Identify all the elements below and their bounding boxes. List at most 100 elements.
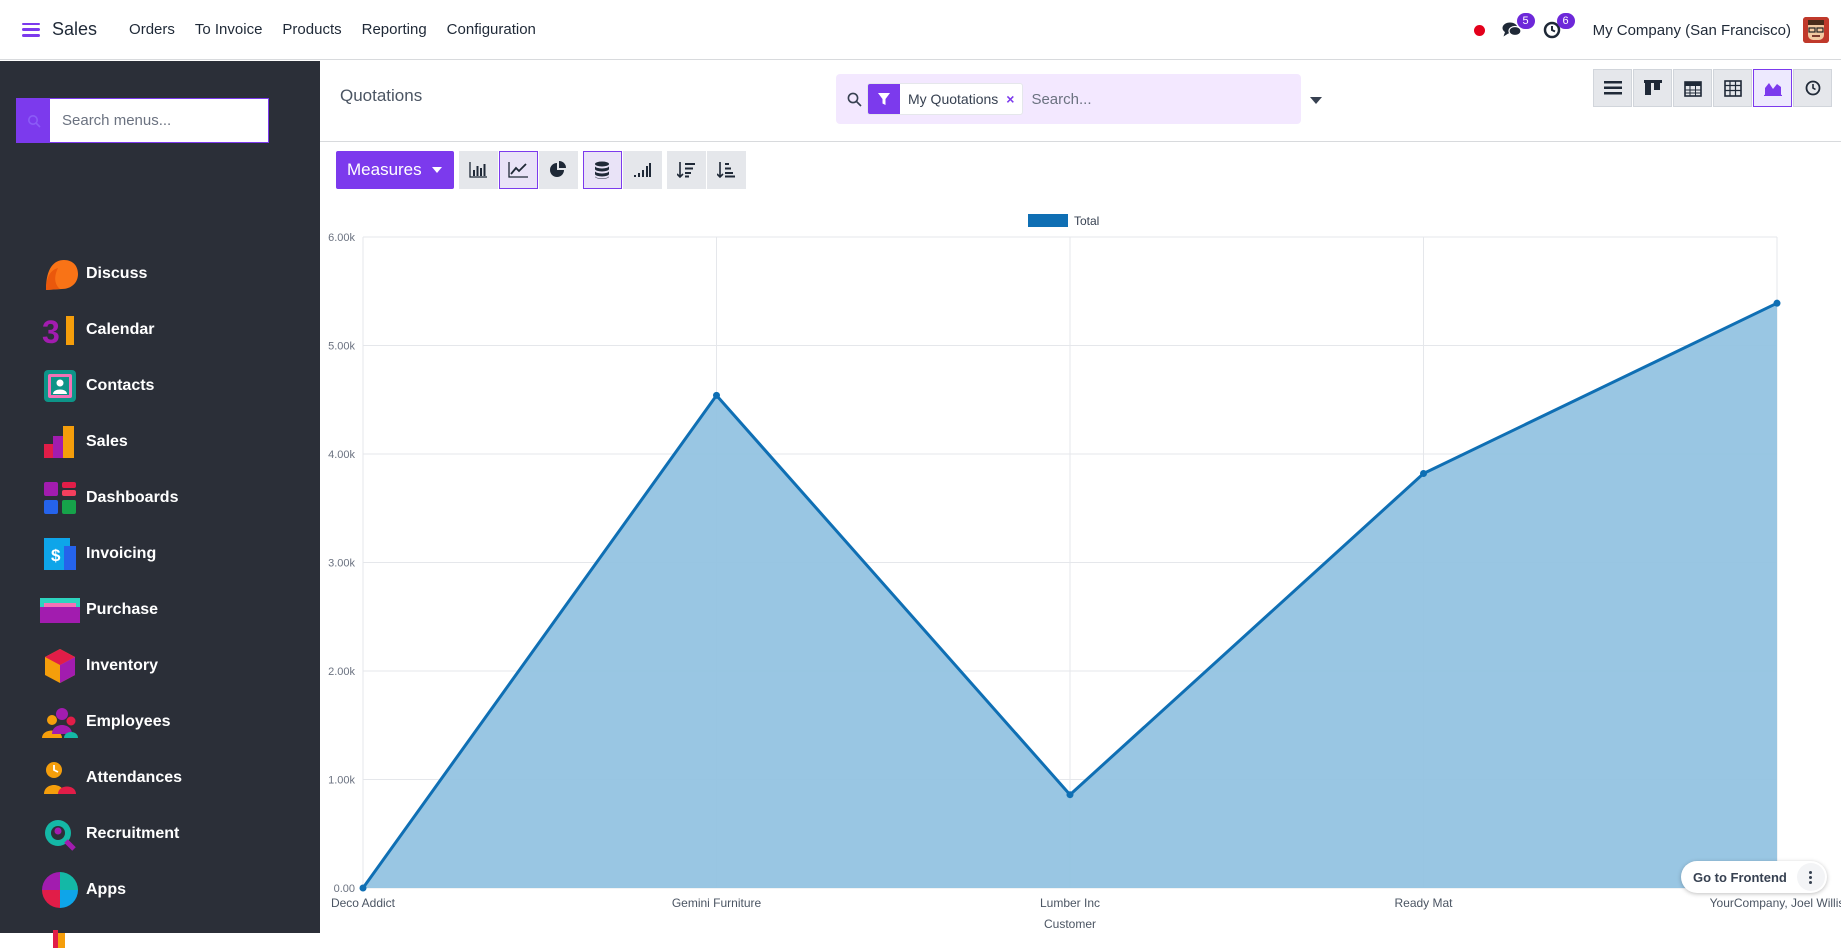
- y-tick-label: 0.00: [334, 883, 355, 895]
- x-tick-label: Gemini Furniture: [672, 896, 762, 910]
- sidebar-item-label: Attendances: [86, 769, 183, 786]
- graph-toolbar: Measures: [336, 151, 746, 189]
- recruitment-icon: [45, 820, 76, 851]
- sidebar-item-label: Invoicing: [86, 545, 157, 562]
- cumulative-toggle-button[interactable]: [622, 151, 662, 189]
- pivot-view-button[interactable]: [1713, 69, 1752, 107]
- sort-descending-icon: [677, 162, 696, 178]
- facet-label: My Quotations: [908, 91, 999, 107]
- sidebar-item-contacts[interactable]: Contacts: [0, 358, 320, 414]
- y-tick-label: 1.00k: [328, 775, 355, 787]
- inventory-icon: [45, 649, 75, 683]
- nav-reporting[interactable]: Reporting: [362, 21, 427, 38]
- sidebar-item-inventory[interactable]: Inventory: [0, 638, 320, 694]
- sidebar-item-label: Recruitment: [86, 825, 180, 842]
- control-panel-divider: [320, 141, 1841, 142]
- line-chart-button[interactable]: [498, 151, 538, 189]
- app-menu-toggle-icon[interactable]: [22, 22, 40, 37]
- search-facet: My Quotations ×: [867, 83, 1024, 115]
- sidebar-item-invoicing[interactable]: $ Invoicing: [0, 526, 320, 582]
- company-switcher[interactable]: My Company (San Francisco): [1593, 22, 1791, 39]
- caret-down-icon: [431, 167, 442, 173]
- kanban-icon: [1643, 80, 1662, 95]
- x-tick-label: Ready Mat: [1394, 896, 1453, 910]
- data-point: [359, 884, 367, 892]
- svg-text:$: $: [51, 546, 61, 565]
- sidebar-item-partial: [0, 918, 320, 948]
- sort-descending-button[interactable]: [666, 151, 706, 189]
- sort-ascending-icon: [717, 162, 736, 178]
- search-options-toggle-icon[interactable]: [1309, 94, 1323, 106]
- menu-search-input[interactable]: [50, 112, 250, 129]
- area-chart-icon: [1763, 83, 1782, 96]
- y-tick-label: 3.00k: [328, 558, 355, 570]
- graph-area: 0.00 1.00k 2.00k 3.00k 4.00k 5.00k 6.00k Total D…: [320, 205, 1841, 933]
- data-point: [1773, 299, 1781, 307]
- data-point: [713, 391, 720, 399]
- y-tick-label: 5.00k: [328, 341, 355, 353]
- x-tick-label: Lumber Inc: [1040, 896, 1100, 910]
- calendar-icon: 3: [42, 314, 74, 348]
- kanban-view-button[interactable]: [1633, 69, 1672, 107]
- remove-facet-icon[interactable]: ×: [1006, 91, 1022, 107]
- messages-badge: 5: [1516, 13, 1535, 29]
- nav-to-invoice[interactable]: To Invoice: [195, 21, 263, 38]
- sidebar-item-recruitment[interactable]: Recruitment: [0, 806, 320, 862]
- user-avatar[interactable]: [1803, 17, 1829, 43]
- search-icon: [17, 99, 50, 142]
- attendances-icon: [44, 762, 76, 794]
- nav-orders[interactable]: Orders: [129, 21, 175, 38]
- activity-view-button[interactable]: [1793, 69, 1832, 107]
- more-options-icon[interactable]: [1796, 863, 1825, 891]
- recording-indicator-icon[interactable]: [1473, 24, 1485, 36]
- sidebar-item-apps[interactable]: Apps: [0, 862, 320, 918]
- clock-icon: [1805, 80, 1820, 96]
- nav-products[interactable]: Products: [282, 21, 341, 38]
- messages-button[interactable]: 5: [1501, 13, 1535, 41]
- sidebar-item-label: Contacts: [86, 377, 155, 394]
- search-input[interactable]: [1031, 90, 1292, 108]
- page-title: Quotations: [340, 86, 423, 105]
- graph-view-button[interactable]: [1753, 69, 1792, 107]
- go-to-frontend-widget: Go to Frontend: [1681, 861, 1827, 893]
- stacked-toggle-button[interactable]: [582, 151, 622, 189]
- employees-icon: [42, 708, 78, 738]
- sidebar-item-calendar[interactable]: 3 Calendar: [0, 302, 320, 358]
- data-point: [1066, 791, 1074, 799]
- activities-button[interactable]: 6: [1541, 13, 1575, 41]
- nav-configuration[interactable]: Configuration: [447, 21, 536, 38]
- bar-chart-icon: [469, 162, 488, 178]
- data-point: [1420, 470, 1427, 478]
- y-tick-label: 4.00k: [328, 449, 355, 461]
- measures-dropdown-button[interactable]: Measures: [336, 151, 454, 189]
- sidebar-item-employees[interactable]: Employees: [0, 694, 320, 750]
- sidebar-item-label: Sales: [86, 433, 128, 450]
- legend-label: Total: [1074, 214, 1099, 228]
- sidebar-item-dashboards[interactable]: Dashboards: [0, 470, 320, 526]
- pivot-table-icon: [1723, 79, 1742, 97]
- svg-text:3: 3: [42, 314, 60, 348]
- menu-search-box: [16, 98, 269, 143]
- sidebar-item-purchase[interactable]: Purchase: [0, 582, 320, 638]
- app-brand[interactable]: Sales: [52, 19, 97, 40]
- activities-badge: 6: [1556, 13, 1575, 29]
- bar-chart-button[interactable]: [458, 151, 498, 189]
- sales-icon: [44, 426, 74, 458]
- calendar-view-button[interactable]: [1673, 69, 1712, 107]
- sidebar-item-discuss[interactable]: Discuss: [0, 246, 320, 302]
- list-view-button[interactable]: [1593, 69, 1632, 107]
- go-to-frontend-button[interactable]: Go to Frontend: [1693, 870, 1787, 885]
- sidebar-item-attendances[interactable]: Attendances: [0, 750, 320, 806]
- sidebar-item-sales[interactable]: Sales: [0, 414, 320, 470]
- y-tick-label: 2.00k: [328, 666, 355, 678]
- calendar-view-icon: [1683, 80, 1702, 97]
- filter-icon: [868, 84, 900, 114]
- sidebar-item-label: Purchase: [86, 601, 159, 618]
- sort-ascending-button[interactable]: [706, 151, 746, 189]
- app-list: Discuss 3 Calendar Contacts Sales Dashbo…: [0, 246, 320, 948]
- search-bar: My Quotations ×: [836, 74, 1301, 124]
- app-sidebar: Discuss 3 Calendar Contacts: [0, 61, 320, 948]
- invoicing-icon: $: [44, 538, 76, 570]
- x-tick-label: YourCompany, Joel Willis: [1710, 896, 1841, 910]
- pie-chart-button[interactable]: [538, 151, 578, 189]
